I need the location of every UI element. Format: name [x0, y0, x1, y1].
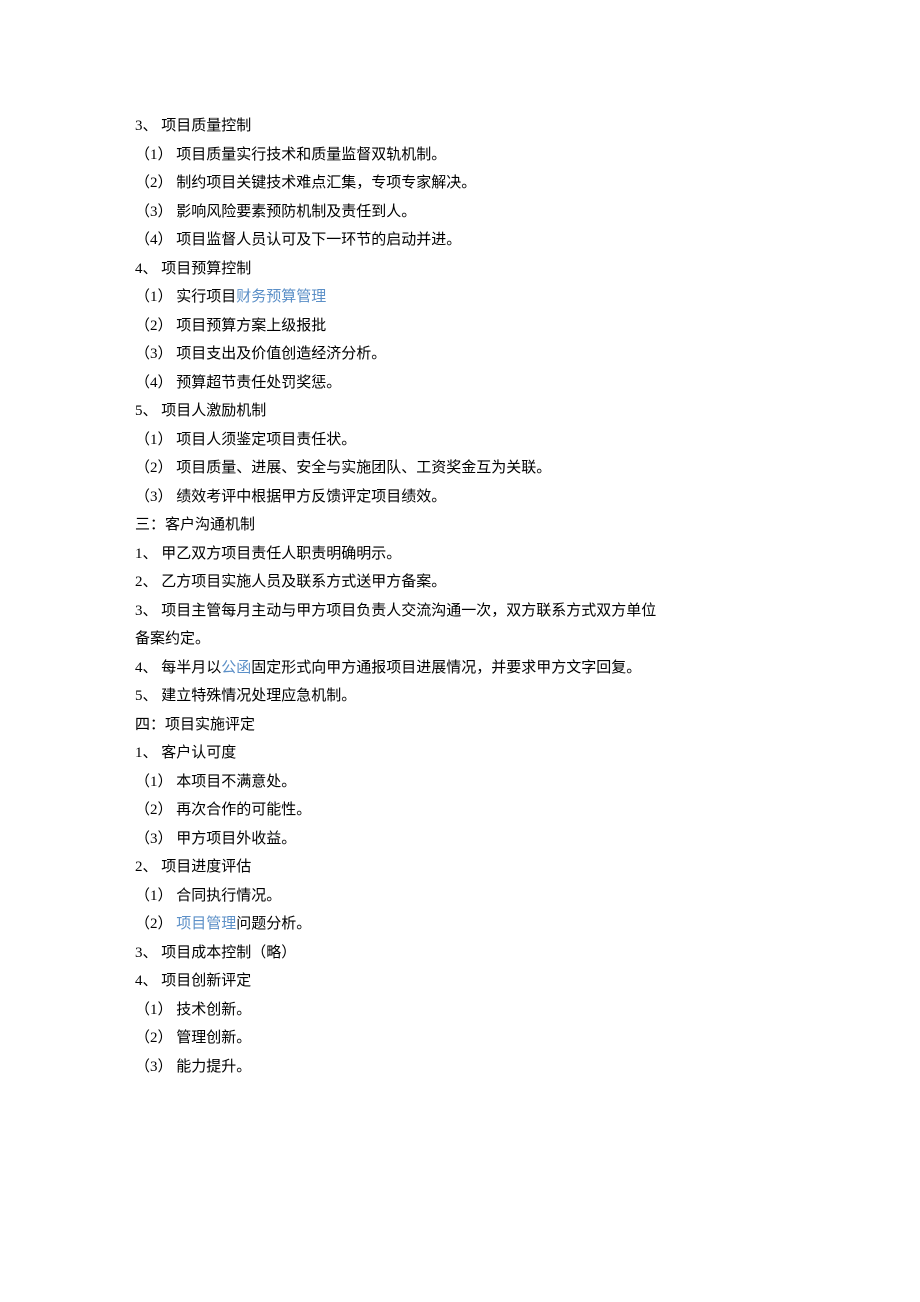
text-line: 备案约定。	[135, 625, 785, 654]
body-text: （3） 绩效考评中根据甲方反馈评定项目绩效。	[135, 489, 446, 505]
text-line: （1） 项目人须鉴定项目责任状。	[135, 426, 785, 455]
text-line: （1） 实行项目财务预算管理	[135, 283, 785, 312]
body-text: 三：客户沟通机制	[135, 517, 255, 533]
text-line: 3、 项目成本控制（略）	[135, 939, 785, 968]
body-text: 1、 甲乙双方项目责任人职责明确明示。	[135, 546, 401, 562]
body-text: （1） 实行项目	[135, 289, 236, 305]
body-text: 4、 项目预算控制	[135, 261, 251, 277]
text-line: （2） 再次合作的可能性。	[135, 796, 785, 825]
text-line: 3、 项目质量控制	[135, 112, 785, 141]
text-line: 1、 甲乙双方项目责任人职责明确明示。	[135, 540, 785, 569]
body-text: 1、 客户认可度	[135, 745, 236, 761]
body-text: （4） 预算超节责任处罚奖惩。	[135, 375, 341, 391]
text-line: 5、 项目人激励机制	[135, 397, 785, 426]
text-line: （1） 技术创新。	[135, 996, 785, 1025]
body-text: 四：项目实施评定	[135, 717, 255, 733]
text-line: 3、 项目主管每月主动与甲方项目负责人交流沟通一次，双方联系方式双方单位	[135, 597, 785, 626]
body-text: （2） 项目质量、进展、安全与实施团队、工资奖金互为关联。	[135, 460, 551, 476]
text-line: （2） 项目预算方案上级报批	[135, 312, 785, 341]
text-line: 2、 项目进度评估	[135, 853, 785, 882]
body-text: （1） 本项目不满意处。	[135, 774, 296, 790]
document-page: 3、 项目质量控制 （1） 项目质量实行技术和质量监督双轨机制。 （2） 制约项目关…	[0, 0, 920, 1302]
body-text: （3） 影响风险要素预防机制及责任到人。	[135, 204, 416, 220]
body-text: 固定形式向甲方通报项目进展情况，并要求甲方文字回复。	[251, 660, 641, 676]
text-line: （3） 甲方项目外收益。	[135, 825, 785, 854]
body-text: 问题分析。	[236, 916, 311, 932]
text-line: 三：客户沟通机制	[135, 511, 785, 540]
body-text: （2） 管理创新。	[135, 1030, 251, 1046]
body-text: （1） 技术创新。	[135, 1002, 251, 1018]
body-text: （3） 项目支出及价值创造经济分析。	[135, 346, 386, 362]
text-line: （2） 制约项目关键技术难点汇集，专项专家解决。	[135, 169, 785, 198]
body-text: 2、 乙方项目实施人员及联系方式送甲方备案。	[135, 574, 446, 590]
text-line: （3） 绩效考评中根据甲方反馈评定项目绩效。	[135, 483, 785, 512]
text-line: （1） 合同执行情况。	[135, 882, 785, 911]
text-line: （2） 项目管理问题分析。	[135, 910, 785, 939]
body-text: 5、 项目人激励机制	[135, 403, 266, 419]
body-text: 3、 项目成本控制（略）	[135, 945, 296, 961]
text-line: 1、 客户认可度	[135, 739, 785, 768]
body-text: （2） 再次合作的可能性。	[135, 802, 311, 818]
text-line: （4） 项目监督人员认可及下一环节的启动并进。	[135, 226, 785, 255]
body-text: 5、 建立特殊情况处理应急机制。	[135, 688, 356, 704]
body-text: 4、 项目创新评定	[135, 973, 251, 989]
text-line: （1） 项目质量实行技术和质量监督双轨机制。	[135, 141, 785, 170]
text-line: 5、 建立特殊情况处理应急机制。	[135, 682, 785, 711]
text-line: 2、 乙方项目实施人员及联系方式送甲方备案。	[135, 568, 785, 597]
body-text: 3、 项目质量控制	[135, 118, 251, 134]
text-line: （1） 本项目不满意处。	[135, 768, 785, 797]
text-line: 四：项目实施评定	[135, 711, 785, 740]
body-text: （2）	[135, 916, 176, 932]
text-line: 4、 项目预算控制	[135, 255, 785, 284]
hyperlink-text[interactable]: 公函	[221, 660, 251, 676]
document-body: 3、 项目质量控制 （1） 项目质量实行技术和质量监督双轨机制。 （2） 制约项目关…	[135, 112, 785, 1081]
body-text: （2） 项目预算方案上级报批	[135, 318, 326, 334]
text-line: （2） 管理创新。	[135, 1024, 785, 1053]
body-text: （3） 甲方项目外收益。	[135, 831, 296, 847]
text-line: 4、 每半月以公函固定形式向甲方通报项目进展情况，并要求甲方文字回复。	[135, 654, 785, 683]
text-line: 4、 项目创新评定	[135, 967, 785, 996]
hyperlink-text[interactable]: 财务预算管理	[236, 289, 326, 305]
body-text: （1） 项目人须鉴定项目责任状。	[135, 432, 356, 448]
text-line: （3） 能力提升。	[135, 1053, 785, 1082]
body-text: 3、 项目主管每月主动与甲方项目负责人交流沟通一次，双方联系方式双方单位	[135, 603, 656, 619]
body-text: （4） 项目监督人员认可及下一环节的启动并进。	[135, 232, 461, 248]
body-text: 4、 每半月以	[135, 660, 221, 676]
body-text: （1） 合同执行情况。	[135, 888, 281, 904]
body-text: （3） 能力提升。	[135, 1059, 251, 1075]
text-line: （2） 项目质量、进展、安全与实施团队、工资奖金互为关联。	[135, 454, 785, 483]
body-text: （2） 制约项目关键技术难点汇集，专项专家解决。	[135, 175, 476, 191]
text-line: （3） 项目支出及价值创造经济分析。	[135, 340, 785, 369]
hyperlink-text[interactable]: 项目管理	[176, 916, 236, 932]
body-text: 2、 项目进度评估	[135, 859, 251, 875]
text-line: （3） 影响风险要素预防机制及责任到人。	[135, 198, 785, 227]
body-text: （1） 项目质量实行技术和质量监督双轨机制。	[135, 147, 446, 163]
body-text: 备案约定。	[135, 631, 210, 647]
text-line: （4） 预算超节责任处罚奖惩。	[135, 369, 785, 398]
